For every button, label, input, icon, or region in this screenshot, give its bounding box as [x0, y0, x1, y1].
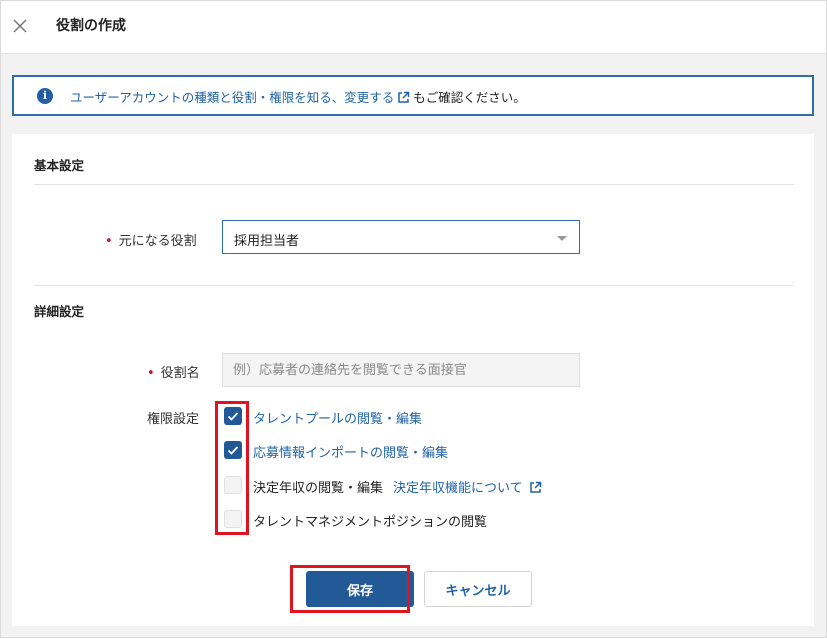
role-name-label: • 役割名: [147, 366, 200, 381]
required-mark: •: [147, 366, 155, 381]
required-mark: •: [105, 234, 113, 249]
basic-section-title: 基本設定: [34, 158, 85, 173]
detail-section-title: 詳細設定: [34, 304, 85, 319]
permission-checkbox-salary[interactable]: [224, 476, 242, 494]
check-icon: [227, 412, 239, 421]
permission-checkbox-talent-management[interactable]: [224, 510, 242, 528]
notice-suffix: もご確認ください。: [413, 90, 526, 105]
external-link-icon: [529, 481, 541, 493]
permission-checkbox-import[interactable]: [224, 441, 242, 459]
salary-feature-link[interactable]: 決定年収機能について: [393, 481, 545, 496]
page-title: 役割の作成: [56, 18, 126, 34]
account-roles-link[interactable]: ユーザーアカウントの種類と役割・権限を知る、変更する: [70, 90, 394, 105]
notice-text: ユーザーアカウントの種類と役割・権限を知る、変更する もご確認ください。: [70, 87, 526, 106]
permission-label: タレントマネジメントポジションの閲覧: [253, 515, 488, 530]
permissions-label: 権限設定: [147, 412, 200, 427]
form-card: 基本設定 •元になる役割 採用担当者 詳細設定 •役割名 権限設定 タレントプー…: [12, 134, 814, 626]
permission-label[interactable]: 応募情報インポートの閲覧・編集: [253, 442, 448, 461]
chevron-down-icon: [557, 236, 567, 241]
base-role-value: 採用担当者: [234, 234, 300, 249]
role-name-input[interactable]: [222, 353, 580, 387]
modal-header: 役割の作成: [1, 1, 826, 54]
save-button[interactable]: 保存: [306, 571, 414, 607]
divider: [34, 184, 794, 185]
base-role-select[interactable]: 採用担当者: [222, 220, 580, 254]
close-icon[interactable]: [11, 17, 29, 35]
permission-checkbox-talent-pool[interactable]: [224, 407, 242, 425]
info-notice: i ユーザーアカウントの種類と役割・権限を知る、変更する もご確認ください。: [12, 75, 814, 116]
cancel-button[interactable]: キャンセル: [424, 571, 532, 607]
info-icon: i: [37, 88, 53, 104]
check-icon: [227, 446, 239, 455]
divider: [34, 285, 794, 286]
base-role-label: • 元になる役割: [105, 234, 197, 249]
permission-label: 決定年収の閲覧・編集 決定年収機能について: [253, 477, 545, 496]
external-link-icon[interactable]: [397, 91, 410, 104]
permission-label[interactable]: タレントプールの閲覧・編集: [253, 408, 422, 427]
